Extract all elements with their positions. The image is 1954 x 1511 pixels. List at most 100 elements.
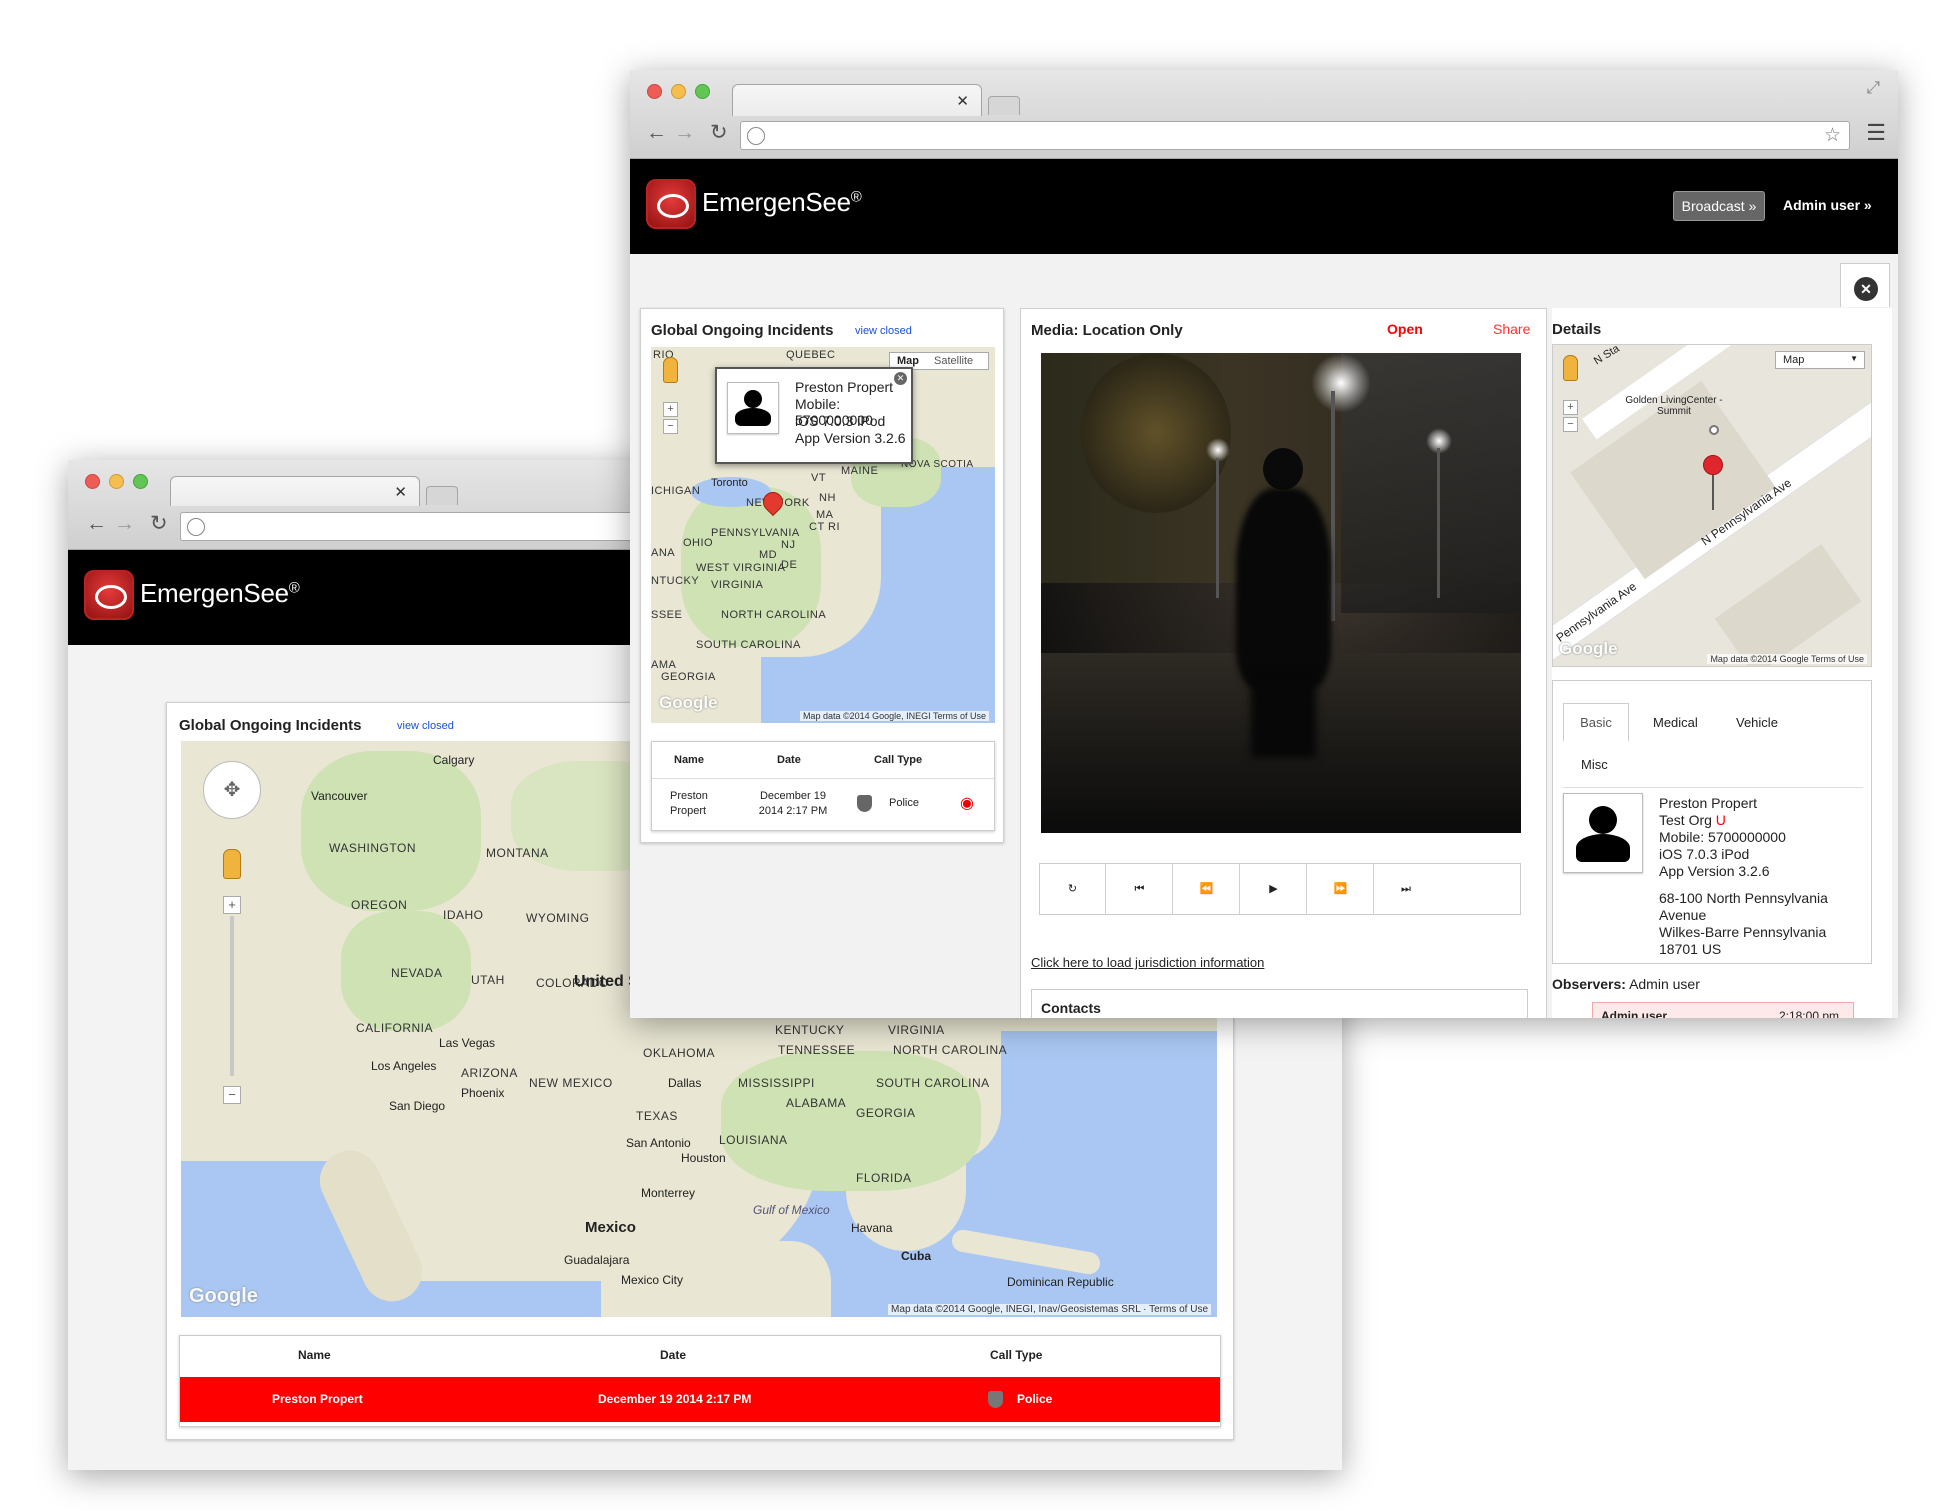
back-arrow-icon[interactable]: ←: [86, 512, 107, 536]
reload-icon[interactable]: ↻: [710, 120, 728, 145]
zoom-slider[interactable]: [230, 916, 234, 1076]
detail-address-1: 68-100 North Pennsylvania: [1659, 890, 1828, 906]
col-header-calltype: Call Type: [874, 754, 923, 766]
map-type-map[interactable]: Map: [897, 355, 919, 367]
contacts-title: Contacts: [1041, 1000, 1101, 1016]
incidents-table: Name Date Call Type Preston Propert Dece…: [651, 741, 995, 831]
avatar: [727, 382, 779, 434]
detail-address-2: Avenue: [1659, 907, 1707, 923]
map-attribution[interactable]: Map data ©2014 Google Terms of Use: [1707, 654, 1867, 664]
menu-icon[interactable]: ☰: [1866, 120, 1886, 146]
map-type-satellite[interactable]: Satellite: [934, 355, 973, 367]
reload-icon[interactable]: ↻: [150, 511, 168, 536]
view-closed-link[interactable]: view closed: [855, 325, 912, 337]
close-circle-icon: ✕: [1854, 277, 1878, 301]
log-user: Admin user: [1601, 1009, 1668, 1018]
close-tab-icon[interactable]: ✕: [956, 92, 969, 110]
zoom-out-button[interactable]: −: [223, 1086, 241, 1104]
play-button[interactable]: ▶: [1241, 864, 1307, 914]
police-shield-icon: [988, 1391, 1003, 1408]
view-eye-icon[interactable]: ◉: [960, 793, 974, 813]
tab-medical[interactable]: Medical: [1653, 715, 1698, 730]
zoom-out-button[interactable]: −: [663, 419, 678, 434]
zoom-window-button[interactable]: [695, 84, 710, 99]
rewind-button[interactable]: ⏪: [1174, 864, 1240, 914]
incidents-map[interactable]: Quebec Rio Maine Nova Scotia VT Toronto …: [651, 347, 995, 723]
emergensee-logo-icon: [646, 179, 696, 229]
skip-start-button[interactable]: ⏮: [1107, 864, 1173, 914]
panel-title: Global Ongoing Incidents: [651, 322, 834, 339]
zoom-out-button[interactable]: −: [1563, 417, 1578, 432]
forward-arrow-icon[interactable]: →: [674, 121, 695, 145]
table-row[interactable]: Preston Propert December 19 2014 2:17 PM…: [180, 1377, 1220, 1422]
police-shield-icon: [857, 795, 872, 812]
new-tab-button[interactable]: [426, 486, 458, 505]
map-label-place: Golden LivingCenter - Summit: [1625, 395, 1723, 417]
col-header-calltype: Call Type: [990, 1348, 1043, 1362]
row-date: December 19 2014 2:17 PM: [758, 790, 828, 817]
close-tab-icon[interactable]: ✕: [394, 483, 407, 501]
fast-forward-button[interactable]: ⏩: [1308, 864, 1374, 914]
skip-end-button[interactable]: ⏭: [1375, 864, 1520, 914]
tab-basic[interactable]: Basic: [1563, 703, 1629, 741]
minimize-window-button[interactable]: [671, 84, 686, 99]
bookmark-star-icon[interactable]: ☆: [1824, 124, 1841, 147]
incident-popup[interactable]: ✕ Preston Propert Mobile: 5700000000 iOS…: [715, 367, 913, 464]
tab-vehicle[interactable]: Vehicle: [1736, 715, 1778, 730]
browser-tab[interactable]: ✕: [170, 476, 420, 506]
row-name: Preston Propert: [670, 790, 708, 817]
details-map[interactable]: N Sta Golden LivingCenter - Summit N Pen…: [1552, 344, 1872, 667]
map-attribution[interactable]: Map data ©2014 Google, INEGI, Inav/Geosi…: [888, 1304, 1211, 1315]
share-link[interactable]: Share: [1493, 321, 1530, 337]
jurisdiction-link[interactable]: Click here to load jurisdiction informat…: [1031, 955, 1264, 970]
zoom-window-button[interactable]: [133, 474, 148, 489]
browser-tab[interactable]: ✕: [732, 84, 982, 116]
org-flag: U: [1715, 812, 1726, 828]
broadcast-button[interactable]: Broadcast »: [1673, 191, 1765, 221]
forward-arrow-icon[interactable]: →: [114, 512, 135, 536]
table-row[interactable]: Preston Propert December 19 2014 2:17 PM…: [652, 778, 994, 828]
replay-button[interactable]: ↻: [1040, 864, 1106, 914]
map-type-select[interactable]: Map ▼: [1775, 351, 1865, 369]
new-tab-button[interactable]: [988, 96, 1020, 115]
admin-user-menu[interactable]: Admin user »: [1783, 197, 1872, 213]
street-view-icon[interactable]: [223, 849, 241, 879]
tab-misc[interactable]: Misc: [1581, 757, 1608, 772]
pan-control[interactable]: ✥: [203, 761, 261, 819]
popup-close-icon[interactable]: ✕: [894, 372, 907, 385]
street-view-icon[interactable]: [1563, 355, 1578, 381]
close-window-button[interactable]: [85, 474, 100, 489]
close-window-button[interactable]: [647, 84, 662, 99]
address-bar[interactable]: ☆: [740, 121, 1850, 150]
place-marker-icon: [1709, 425, 1719, 435]
row-date: December 19 2014 2:17 PM: [598, 1392, 752, 1406]
row-calltype: Police: [889, 797, 919, 809]
front-browser-window: ✕ ⤢ ← → ↻ ☆ ☰ EmergenSee® Broadcast » Ad…: [630, 70, 1898, 1018]
browser-chrome: ✕ ⤢ ← → ↻ ☆ ☰: [630, 70, 1898, 159]
detail-address-4: 18701 US: [1659, 941, 1722, 957]
detail-name: Preston Propert: [1659, 795, 1758, 811]
google-logo: Google: [659, 693, 718, 712]
col-header-date: Date: [660, 1348, 687, 1362]
minimize-window-button[interactable]: [109, 474, 124, 489]
map-attribution[interactable]: Map data ©2014 Google, INEGI Terms of Us…: [799, 711, 989, 721]
zoom-in-button[interactable]: +: [223, 896, 241, 914]
globe-icon: [747, 127, 765, 145]
street-view-icon[interactable]: [663, 357, 678, 383]
close-panel-button[interactable]: ✕: [1840, 263, 1890, 307]
observers: Observers: Admin user: [1552, 976, 1700, 992]
popup-version: App Version 3.2.6: [795, 430, 906, 446]
zoom-in-button[interactable]: +: [663, 402, 678, 417]
fullscreen-icon[interactable]: ⤢: [1866, 78, 1880, 98]
back-arrow-icon[interactable]: ←: [646, 121, 667, 145]
popup-name: Preston Propert: [795, 379, 894, 395]
playback-controls: ↻ ⏮ ⏪ ▶ ⏩ ⏭: [1039, 863, 1521, 915]
col-header-date: Date: [777, 754, 801, 766]
details-card: Basic Medical Vehicle Misc Preston Prope…: [1552, 680, 1872, 964]
location-pin-icon[interactable]: [1703, 455, 1723, 475]
zoom-in-button[interactable]: +: [1563, 400, 1578, 415]
emergensee-logo-icon: [84, 570, 134, 620]
incidents-table: Name Date Call Type Preston Propert Dece…: [179, 1335, 1221, 1427]
view-closed-link[interactable]: view closed: [397, 720, 454, 732]
open-link[interactable]: Open: [1387, 321, 1423, 337]
